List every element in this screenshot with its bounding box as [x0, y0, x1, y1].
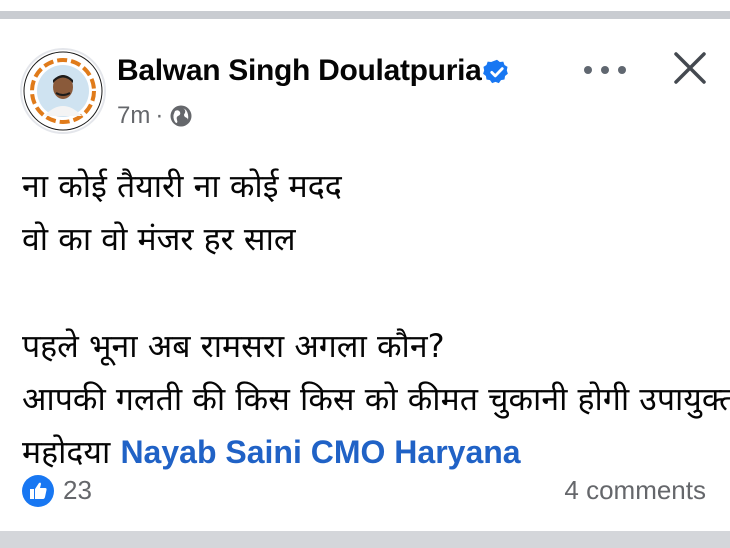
post-body: ना कोई तैयारी ना कोई मदद वो का वो मंजर ह… [22, 160, 730, 479]
post-text-line: महोदया [22, 433, 121, 471]
verified-badge-icon [483, 59, 508, 84]
post-text-line: वो का वो मंजर हर साल [22, 220, 296, 258]
more-dot-icon [618, 66, 626, 74]
avatar[interactable] [20, 48, 106, 134]
post-text-line: पहले भूना अब रामसरा अगला कौन? [22, 327, 445, 365]
like-reaction-icon[interactable] [22, 475, 54, 507]
close-icon[interactable] [670, 48, 710, 88]
comments-count[interactable]: 4 comments [564, 475, 706, 506]
post-text-line: ना कोई तैयारी ना कोई मदद [22, 167, 342, 205]
post-meta: 7m · [117, 102, 193, 130]
post-time[interactable]: 7m [117, 102, 150, 130]
top-divider [0, 0, 730, 19]
author-name[interactable]: Balwan Singh Doulatpuria [117, 54, 482, 88]
more-dot-icon [584, 66, 592, 74]
post-text-line-with-tag: महोदया Nayab Saini CMO Haryana [22, 426, 730, 479]
globe-icon[interactable] [169, 104, 193, 128]
tagged-page-link[interactable]: Nayab Saini CMO Haryana [120, 434, 520, 470]
post-text-line: आपकी गलती की किस किस को कीमत चुकानी होगी… [22, 380, 730, 418]
reaction-count[interactable]: 23 [63, 475, 92, 506]
more-dot-icon [601, 66, 609, 74]
meta-separator: · [155, 102, 164, 129]
bottom-divider [0, 531, 730, 548]
more-options-button[interactable] [584, 60, 626, 80]
